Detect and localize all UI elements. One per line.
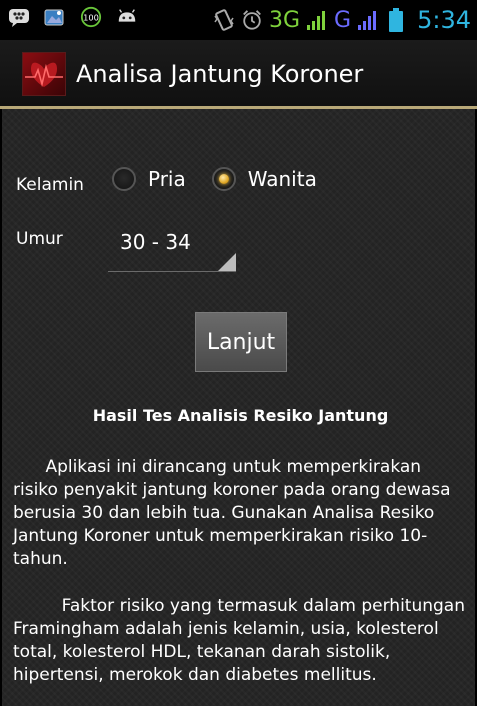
network-g-label: G [334,7,352,33]
info-paragraph-1: Aplikasi ini dirancang untuk memperkirak… [13,457,456,569]
main-content: Kelamin Pria Wanita Umur 30 - 34 Lanjut … [2,109,475,706]
radio-wanita-label[interactable]: Wanita [248,167,317,191]
bbm-icon [8,6,30,28]
battery-icon [385,8,407,32]
radio-pria-indicator[interactable] [112,167,136,191]
battery-badge-text: 100 [83,13,99,23]
signal-3g-icon [306,9,328,31]
battery-100-badge-icon: 100 [80,6,102,28]
age-spinner-value[interactable]: 30 - 34 [120,230,191,254]
image-icon [44,6,66,28]
gender-radio-group: Pria Wanita [112,167,343,191]
info-paragraph-2: Faktor risiko yang termasuk dalam perhit… [13,596,471,685]
gender-label: Kelamin [16,175,84,195]
clock-time: 5:34 [417,6,471,34]
age-label: Umur [16,229,63,249]
spinner-underline [108,271,236,272]
dropdown-triangle-icon[interactable] [218,253,236,271]
next-button[interactable]: Lanjut [195,312,287,372]
radio-wanita[interactable]: Wanita [211,167,317,191]
signal-g-icon [357,9,379,31]
action-bar: Analisa Jantung Koroner [0,40,477,106]
notification-icons: 100 [8,6,138,28]
heart-ecg-app-icon [22,52,66,96]
radio-pria[interactable]: Pria [112,167,186,191]
alarm-icon [241,9,263,31]
android-icon [116,6,138,28]
system-icons: 3G G 5:34 [213,4,471,36]
network-3g-label: 3G [268,7,301,33]
status-bar: 100 3G G 5:34 [0,0,477,40]
vibrate-icon [213,9,235,31]
info-heading: Hasil Tes Analisis Resiko Jantung [92,406,389,425]
radio-wanita-indicator[interactable] [211,167,236,191]
app-title: Analisa Jantung Koroner [76,60,364,88]
age-spinner[interactable]: 30 - 34 [108,224,236,272]
radio-pria-label[interactable]: Pria [148,167,186,191]
